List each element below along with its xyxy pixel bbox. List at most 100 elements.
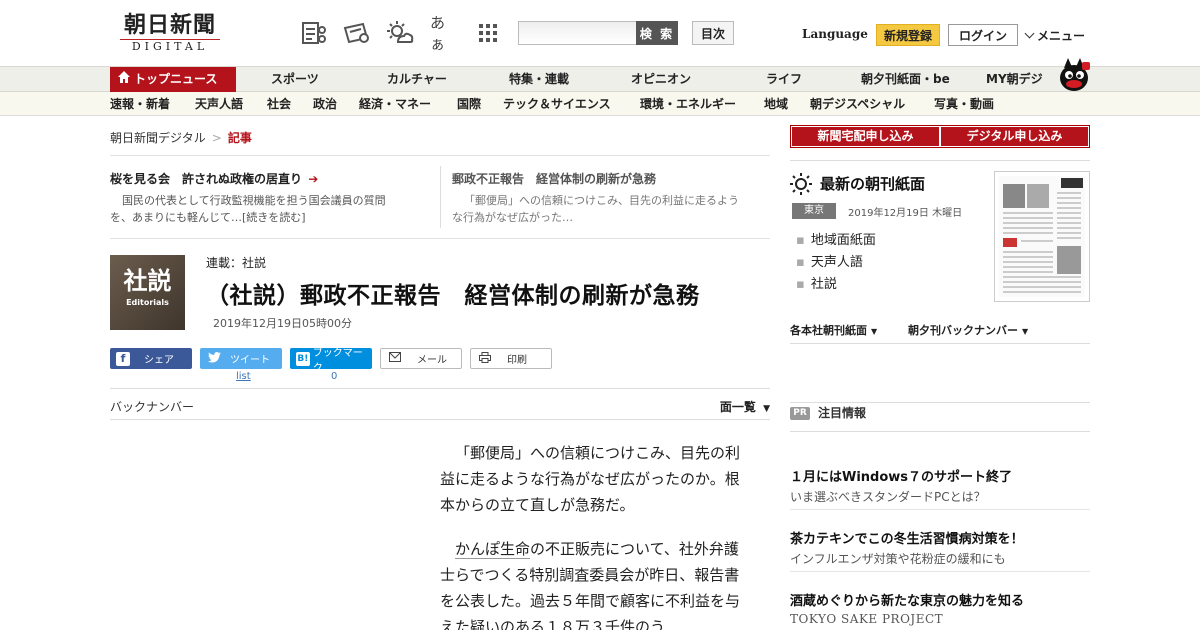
mail-share-button[interactable]: メール <box>380 348 462 369</box>
print-button[interactable]: 印刷 <box>470 348 552 369</box>
pr-item-subtitle: インフルエンザ対策や花粉症の緩和にも <box>790 552 1006 566</box>
pr-item-subtitle: いま選ぶべきスタンダードPCとは？ <box>790 490 986 504</box>
signup-button[interactable]: 新規登録 <box>876 24 940 46</box>
regional-paper-label: 各本社朝刊紙面 <box>790 324 867 337</box>
related-divider <box>440 166 441 228</box>
language-link[interactable]: Language <box>802 27 868 41</box>
nav-breaking[interactable]: 速報・新着 <box>110 92 170 116</box>
bullet-icon: ▪ <box>796 233 805 248</box>
related-article-1-title[interactable]: 桜を見る会 許されぬ政権の居直り ➔ <box>110 170 318 187</box>
paper-link-regional[interactable]: ▪ 地域面紙面 <box>796 229 876 248</box>
toc-button[interactable]: 目次 <box>692 21 734 45</box>
paper-link-editorial[interactable]: ▪ 社説 <box>796 273 837 292</box>
mascot-icon[interactable] <box>1056 56 1092 92</box>
nav-top-news[interactable]: トップニュース <box>110 67 236 92</box>
breadcrumb-separator: > <box>211 131 222 145</box>
nav-regional[interactable]: 地域 <box>764 92 788 116</box>
breadcrumb-home[interactable]: 朝日新聞デジタル <box>110 131 206 145</box>
apps-grid-icon[interactable] <box>474 20 502 46</box>
pr-item-subtitle: TOKYO SAKE PROJECT <box>790 612 944 626</box>
nav-environment[interactable]: 環境・エネルギー <box>640 92 736 116</box>
nav-society[interactable]: 社会 <box>267 92 291 116</box>
nav-my-asahi[interactable]: MY朝デジ <box>986 67 1043 92</box>
kana-size-toggle[interactable]: あぁ <box>430 14 458 53</box>
twitter-bird-icon <box>206 351 222 366</box>
front-page-thumbnail[interactable] <box>994 171 1090 302</box>
kampo-seimei-link[interactable]: かんぽ生命 <box>455 540 531 559</box>
series-label[interactable]: 連載：社説 <box>206 254 266 271</box>
paper-link-editorial-label: 社説 <box>810 277 837 292</box>
twitter-share-button[interactable]: ツイート <box>200 348 282 369</box>
article-paragraph-2: かんぽ生命の不正販売について、社外弁護士らでつくる特別調査委員会が昨日、報告書を… <box>440 536 750 630</box>
regional-paper-dropdown[interactable]: 各本社朝刊紙面 ▼ <box>790 322 877 338</box>
nav-sports[interactable]: スポーツ <box>271 67 319 92</box>
nav-culture[interactable]: カルチャー <box>387 67 447 92</box>
related-article-2-title[interactable]: 郵政不正報告 経営体制の刷新が急務 <box>452 170 656 187</box>
related-article-1-desc-line1: 国民の代表として行政監視機能を担う国会議員の質問 <box>122 194 386 207</box>
pr-item[interactable]: 酒蔵めぐりから新たな東京の魅力を知る TOKYO SAKE PROJECT <box>790 590 1090 630</box>
related-article-1-desc-line2: を、あまりにも軽んじて…[続きを読む] <box>110 211 306 224</box>
nav-opinion[interactable]: オピニオン <box>631 67 691 92</box>
related-article-2-desc-line2: な行為がなぜ広がった… <box>452 211 573 224</box>
nav-top-news-label: トップニュース <box>134 72 218 86</box>
printer-icon <box>477 351 493 366</box>
editorial-badge-en: Editorials <box>126 298 169 307</box>
nav-tensei-jingo[interactable]: 天声人語 <box>195 92 243 116</box>
nav-life[interactable]: ライフ <box>766 67 802 92</box>
nav-economy[interactable]: 経済・マネー <box>359 92 431 116</box>
backnumber-bar: バックナンバー 面一覧 ▼ <box>110 388 770 420</box>
page-list-dropdown[interactable]: 面一覧 ▼ <box>720 398 770 415</box>
backnumber-label[interactable]: バックナンバー <box>110 398 194 415</box>
related-article-2-desc[interactable]: 「郵便局」への信頼につけこみ、目先の利益に走るよう な行為がなぜ広がった… <box>452 192 739 226</box>
facebook-icon: f <box>116 351 130 366</box>
menu-label: メニュー <box>1037 29 1086 43</box>
nav-tech-science[interactable]: テック＆サイエンス <box>503 92 611 116</box>
twitter-count[interactable]: list <box>236 371 251 382</box>
latest-paper-title[interactable]: 最新の朝刊紙面 <box>820 173 925 194</box>
search-input[interactable] <box>518 21 638 45</box>
hatena-count[interactable]: 0 <box>331 371 337 382</box>
search-button[interactable]: 検 索 <box>636 21 678 45</box>
hatena-icon: B! <box>296 351 310 366</box>
triangle-down-icon: ▼ <box>871 327 878 336</box>
login-button[interactable]: ログイン <box>948 24 1018 46</box>
related-article-1-title-text: 桜を見る会 許されぬ政権の居直り <box>110 172 303 186</box>
paper-archive-links: 各本社朝刊紙面 ▼ 朝夕刊バックナンバー ▼ <box>790 318 1090 344</box>
ticket-icon[interactable] <box>342 20 370 46</box>
bullet-icon: ▪ <box>796 255 805 270</box>
nav-features[interactable]: 特集・連載 <box>509 67 569 92</box>
chevron-down-icon <box>1024 28 1035 39</box>
nav-international[interactable]: 国際 <box>457 92 481 116</box>
article-title: （社説）郵政不正報告 経営体制の刷新が急務 <box>206 283 700 309</box>
site-header: 朝日新聞 DIGITAL あぁ 検 索 目次 Language 新規登録 ログイ… <box>0 0 1200 66</box>
hatena-bookmark-button[interactable]: B! ブックマーク <box>290 348 372 374</box>
site-logo[interactable]: 朝日新聞 DIGITAL <box>110 12 230 54</box>
backnumber-dropdown[interactable]: 朝夕刊バックナンバー ▼ <box>908 322 1028 338</box>
facebook-share-button[interactable]: f シェア <box>110 348 192 369</box>
digital-subscribe-button[interactable]: デジタル申し込み <box>941 127 1088 146</box>
nav-special[interactable]: 朝デジスペシャル <box>810 92 905 116</box>
pr-item[interactable]: 茶カテキンでこの冬生活習慣病対策を！ インフルエンザ対策や花粉症の緩和にも <box>790 528 1090 572</box>
secondary-nav: 速報・新着 天声人語 社会 政治 経済・マネー 国際 テック＆サイエンス 環境・… <box>0 92 1200 116</box>
triangle-down-icon: ▼ <box>763 404 770 414</box>
pr-item[interactable]: １月にはWindows７のサポート終了 いま選ぶべきスタンダードPCとは？ <box>790 466 1090 510</box>
home-delivery-button[interactable]: 新聞宅配申し込み <box>792 127 939 146</box>
related-article-2-desc-line1: 「郵便局」への信頼につけこみ、目先の利益に走るよう <box>464 194 739 207</box>
hatena-bookmark-label: ブックマーク <box>312 347 363 374</box>
nav-print-edition[interactable]: 朝夕刊紙面・be <box>861 67 950 92</box>
menu-button[interactable]: メニュー <box>1024 27 1086 44</box>
nav-politics[interactable]: 政治 <box>313 92 337 116</box>
paper-link-tensei-jingo[interactable]: ▪ 天声人語 <box>796 251 863 270</box>
related-article-1-desc[interactable]: 国民の代表として行政監視機能を担う国会議員の質問 を、あまりにも軽んじて…[続き… <box>110 192 386 226</box>
triangle-down-icon: ▼ <box>1022 327 1029 336</box>
weather-icon[interactable] <box>386 20 414 46</box>
newspaper-viewer-icon[interactable] <box>300 20 328 46</box>
subscription-buttons: 新聞宅配申し込み デジタル申し込み <box>790 125 1090 148</box>
edition-badge: 東京 <box>792 203 836 219</box>
facebook-share-label: シェア <box>144 355 174 366</box>
paper-link-tensei-jingo-label: 天声人語 <box>810 255 863 270</box>
nav-photo-video[interactable]: 写真・動画 <box>934 92 994 116</box>
bullet-icon: ▪ <box>796 277 805 292</box>
article-date: 2019年12月19日05時00分 <box>213 317 352 330</box>
sun-icon <box>790 173 812 195</box>
